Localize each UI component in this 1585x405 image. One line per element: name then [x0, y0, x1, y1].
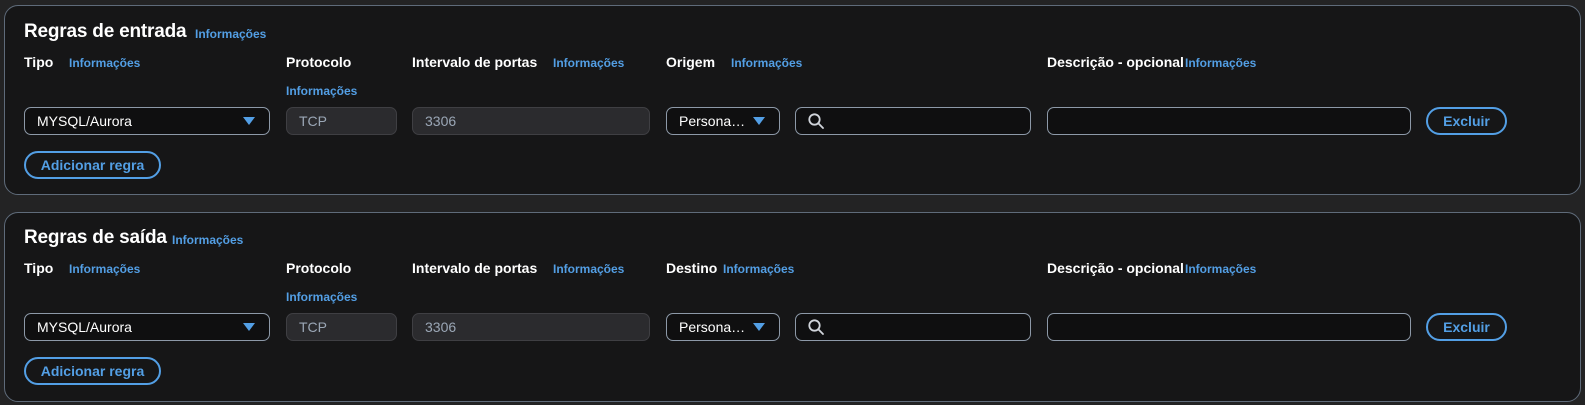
- type-info-link[interactable]: Informações: [69, 56, 140, 70]
- search-icon: [808, 319, 824, 335]
- destination-info-link[interactable]: Informações: [723, 262, 794, 276]
- protocol-info-link[interactable]: Informações: [286, 290, 357, 304]
- chevron-down-icon: [243, 117, 255, 125]
- description-info-link[interactable]: Informações: [1185, 262, 1256, 276]
- port-range-info-link[interactable]: Informações: [553, 262, 624, 276]
- description-info-link[interactable]: Informações: [1185, 56, 1256, 70]
- port-range-column-label: Intervalo de portas: [412, 54, 538, 70]
- inbound-rules-title: Regras de entrada: [24, 21, 187, 42]
- type-column-label: Tipo: [24, 54, 54, 70]
- outbound-rules-title: Regras de saída: [24, 227, 167, 248]
- type-column-label: Tipo: [24, 260, 54, 276]
- protocol-column-label: Protocolo: [286, 54, 352, 70]
- description-input[interactable]: [1047, 313, 1411, 341]
- port-range-field: 3306: [412, 107, 650, 135]
- type-select-value: MYSQL/Aurora: [37, 113, 132, 129]
- search-icon: [808, 113, 824, 129]
- port-range-field: 3306: [412, 313, 650, 341]
- inbound-rules-panel: Regras de entrada Informações Tipo Infor…: [4, 5, 1581, 195]
- outbound-rules-panel: Regras de saída Informações Tipo Informa…: [4, 212, 1581, 402]
- chevron-down-icon: [753, 117, 765, 125]
- add-inbound-rule-button[interactable]: Adicionar regra: [24, 151, 161, 179]
- source-info-link[interactable]: Informações: [731, 56, 802, 70]
- type-select[interactable]: MYSQL/Aurora: [24, 107, 270, 135]
- destination-type-select[interactable]: Persona…: [666, 313, 780, 341]
- source-type-select[interactable]: Persona…: [666, 107, 780, 135]
- protocol-field: TCP: [286, 313, 397, 341]
- protocol-info-link[interactable]: Informações: [286, 84, 357, 98]
- destination-search-input[interactable]: [795, 313, 1031, 341]
- outbound-title-info-link[interactable]: Informações: [172, 233, 243, 247]
- chevron-down-icon: [753, 323, 765, 331]
- delete-rule-button[interactable]: Excluir: [1426, 313, 1507, 341]
- type-select-value: MYSQL/Aurora: [37, 319, 132, 335]
- port-range-info-link[interactable]: Informações: [553, 56, 624, 70]
- delete-rule-button[interactable]: Excluir: [1426, 107, 1507, 135]
- description-input[interactable]: [1047, 107, 1411, 135]
- type-select[interactable]: MYSQL/Aurora: [24, 313, 270, 341]
- protocol-column-label: Protocolo: [286, 260, 352, 276]
- description-column-label: Descrição - opcional: [1047, 260, 1184, 276]
- port-range-column-label: Intervalo de portas: [412, 260, 538, 276]
- protocol-field: TCP: [286, 107, 397, 135]
- destination-column-label: Destino: [666, 260, 718, 276]
- source-search-input[interactable]: [795, 107, 1031, 135]
- description-column-label: Descrição - opcional: [1047, 54, 1184, 70]
- type-info-link[interactable]: Informações: [69, 262, 140, 276]
- add-outbound-rule-button[interactable]: Adicionar regra: [24, 357, 161, 385]
- inbound-title-info-link[interactable]: Informações: [195, 27, 266, 41]
- destination-type-value: Persona…: [679, 319, 746, 335]
- source-column-label: Origem: [666, 54, 716, 70]
- source-type-value: Persona…: [679, 113, 746, 129]
- chevron-down-icon: [243, 323, 255, 331]
